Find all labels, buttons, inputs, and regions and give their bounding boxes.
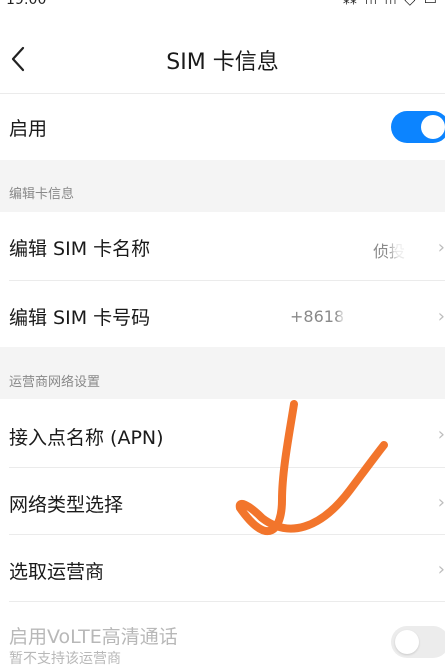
network-type-row[interactable]: 网络类型选择 › xyxy=(0,468,445,534)
toggle-knob xyxy=(421,115,445,139)
status-icons: ⁂ ᵢₗₗ ᵢₗₗ ◇ ▭ xyxy=(342,0,439,8)
edit-sim-number-label: 编辑 SIM 卡号码 xyxy=(9,307,151,329)
select-operator-label: 选取运营商 xyxy=(9,561,105,583)
enable-row[interactable]: 启用 xyxy=(0,94,445,160)
volte-row[interactable]: 启用VoLTE高清通话 暂不支持该运营商 xyxy=(0,602,445,667)
chevron-right-icon: › xyxy=(437,424,445,445)
select-operator-row[interactable]: 选取运营商 › xyxy=(0,535,445,601)
toggle-knob xyxy=(395,630,419,654)
status-time: 19:00 xyxy=(6,0,47,8)
edit-sim-number-row[interactable]: 编辑 SIM 卡号码 +8618 › xyxy=(0,281,445,347)
chevron-right-icon: › xyxy=(437,492,445,513)
edit-sim-name-row[interactable]: 编辑 SIM 卡名称 侦投 › xyxy=(0,212,445,280)
status-bar: 19:00 ⁂ ᵢₗₗ ᵢₗₗ ◇ ▭ xyxy=(0,0,445,10)
enable-toggle[interactable] xyxy=(391,111,445,143)
privacy-blur xyxy=(392,230,430,262)
volte-toggle[interactable] xyxy=(391,626,445,658)
section-header-network: 运营商网络设置 xyxy=(0,347,445,399)
network-type-label: 网络类型选择 xyxy=(9,494,124,516)
edit-sim-name-label: 编辑 SIM 卡名称 xyxy=(9,238,151,260)
volte-label: 启用VoLTE高清通话 xyxy=(9,626,178,648)
section-label-card-info: 编辑卡信息 xyxy=(9,187,75,202)
enable-label: 启用 xyxy=(9,118,48,140)
apn-label: 接入点名称 (APN) xyxy=(9,427,164,449)
chevron-right-icon: › xyxy=(437,306,445,327)
apn-row[interactable]: 接入点名称 (APN) › xyxy=(0,399,445,467)
sim-number-value: +8618 xyxy=(290,307,345,326)
section-label-network: 运营商网络设置 xyxy=(9,375,101,390)
section-header-card-info: 编辑卡信息 xyxy=(0,160,445,212)
chevron-right-icon: › xyxy=(437,237,445,258)
title-bar: SIM 卡信息 xyxy=(0,30,445,90)
privacy-blur xyxy=(340,297,428,337)
volte-sublabel: 暂不支持该运营商 xyxy=(9,651,121,667)
page-title: SIM 卡信息 xyxy=(166,50,279,75)
chevron-right-icon: › xyxy=(437,559,445,580)
